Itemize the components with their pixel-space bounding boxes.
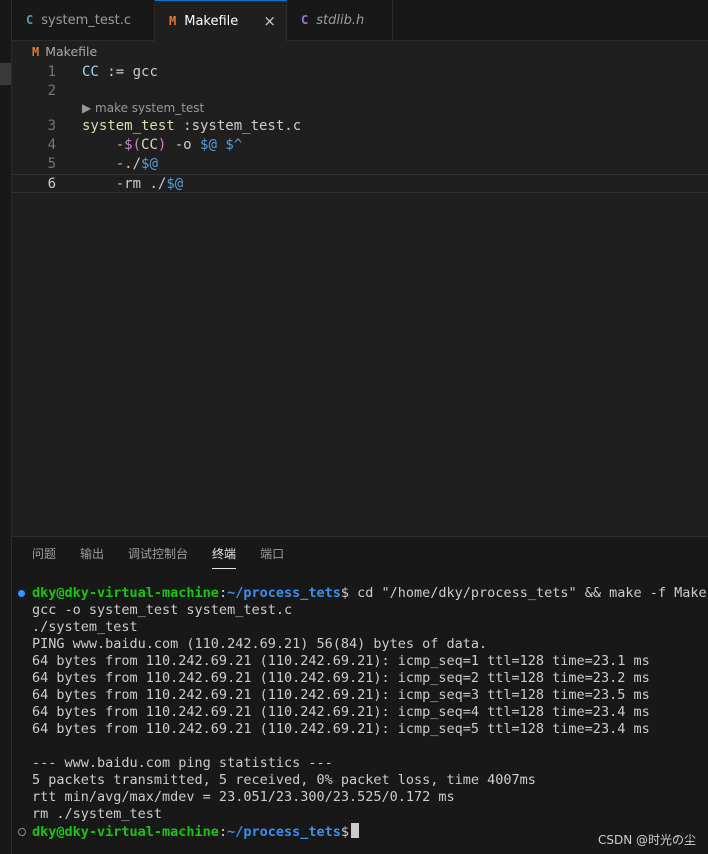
activity-edge	[0, 0, 12, 854]
tab-makefile[interactable]: M Makefile ×	[155, 0, 287, 41]
terminal-output-line: rtt min/avg/max/mdev = 23.051/23.300/23.…	[32, 789, 455, 805]
code-text: system_test :system_test.c	[82, 118, 302, 134]
terminal-output-line: --- www.baidu.com ping statistics ---	[32, 755, 333, 771]
terminal-output-line: gcc -o system_test system_test.c	[32, 602, 293, 618]
code-text: -./$@	[115, 156, 158, 172]
breadcrumb[interactable]: M Makefile	[32, 44, 97, 59]
edge-marker	[0, 63, 11, 85]
line-number: 2	[47, 83, 56, 99]
code-text: CC := gcc	[82, 64, 158, 80]
tab-output[interactable]: 输出	[80, 537, 104, 571]
terminal-output-line: 64 bytes from 110.242.69.21 (110.242.69.…	[32, 687, 650, 703]
terminal-cursor	[351, 823, 360, 838]
code-line: 5 -./$@	[12, 155, 708, 174]
terminal-output-line: ./system_test	[32, 619, 138, 635]
line-number: 3	[47, 118, 56, 134]
tab-label: stdlib.h	[316, 12, 365, 28]
code-line-current: 6 -rm ./$@	[12, 174, 708, 193]
code-text: -$(CC) -o $@ $^	[115, 137, 243, 153]
c-header-icon: C	[301, 13, 309, 27]
c-file-icon: C	[26, 13, 34, 27]
tab-label: Makefile	[184, 13, 239, 29]
tab-label: system_test.c	[41, 12, 131, 28]
makefile-icon: M	[32, 44, 40, 59]
breadcrumb-label: Makefile	[45, 44, 98, 59]
tab-problems[interactable]: 问题	[32, 537, 56, 571]
command-status-icon[interactable]	[18, 828, 26, 836]
terminal-output-line: rm ./system_test	[32, 806, 163, 822]
tab-system-test-c[interactable]: C system_test.c	[12, 0, 155, 40]
terminal-output-line: 5 packets transmitted, 5 received, 0% pa…	[32, 772, 536, 788]
code-line: 3 system_test :system_test.c	[12, 117, 708, 136]
tab-debug-console[interactable]: 调试控制台	[128, 537, 188, 571]
codelens-make-target[interactable]: ▶ make system_test	[82, 100, 204, 117]
line-number: 6	[47, 176, 56, 192]
tab-stdlib-h[interactable]: C stdlib.h	[287, 0, 393, 40]
tab-terminal[interactable]: 终端	[212, 537, 237, 571]
line-number: 5	[47, 156, 56, 172]
terminal-output-line: 64 bytes from 110.242.69.21 (110.242.69.…	[32, 704, 650, 720]
line-number: 4	[47, 137, 56, 153]
panel-tabs: 问题 输出 调试控制台 终端 端口	[32, 537, 308, 571]
terminal-output-line: 64 bytes from 110.242.69.21 (110.242.69.…	[32, 670, 650, 686]
tab-ports[interactable]: 端口	[260, 537, 284, 571]
bottom-panel: 问题 输出 调试控制台 终端 端口 dky@dky-virtual-machin…	[12, 536, 708, 854]
terminal-prompt-line: dky@dky-virtual-machine:~/process_tets$	[32, 823, 360, 840]
terminal-output-line: PING www.baidu.com (110.242.69.21) 56(84…	[32, 636, 488, 652]
terminal-output-line: 64 bytes from 110.242.69.21 (110.242.69.…	[32, 653, 650, 669]
code-line: 4 -$(CC) -o $@ $^	[12, 136, 708, 155]
line-number: 1	[47, 64, 56, 80]
terminal-output-line: 64 bytes from 110.242.69.21 (110.242.69.…	[32, 721, 650, 737]
code-line: 2	[12, 82, 708, 101]
terminal-prompt-line: dky@dky-virtual-machine:~/process_tets$ …	[32, 585, 708, 601]
command-status-icon[interactable]	[18, 590, 25, 597]
code-line: 1 CC := gcc	[12, 63, 708, 82]
close-icon[interactable]: ×	[263, 12, 276, 30]
code-text: -rm ./$@	[115, 176, 184, 192]
editor-tab-bar: C system_test.c M Makefile × C stdlib.h	[12, 0, 708, 41]
code-editor[interactable]: 1 CC := gcc 2 ▶ make system_test 3 syste…	[12, 62, 708, 536]
watermark: CSDN @时光の尘	[597, 833, 696, 847]
makefile-icon: M	[169, 14, 177, 28]
